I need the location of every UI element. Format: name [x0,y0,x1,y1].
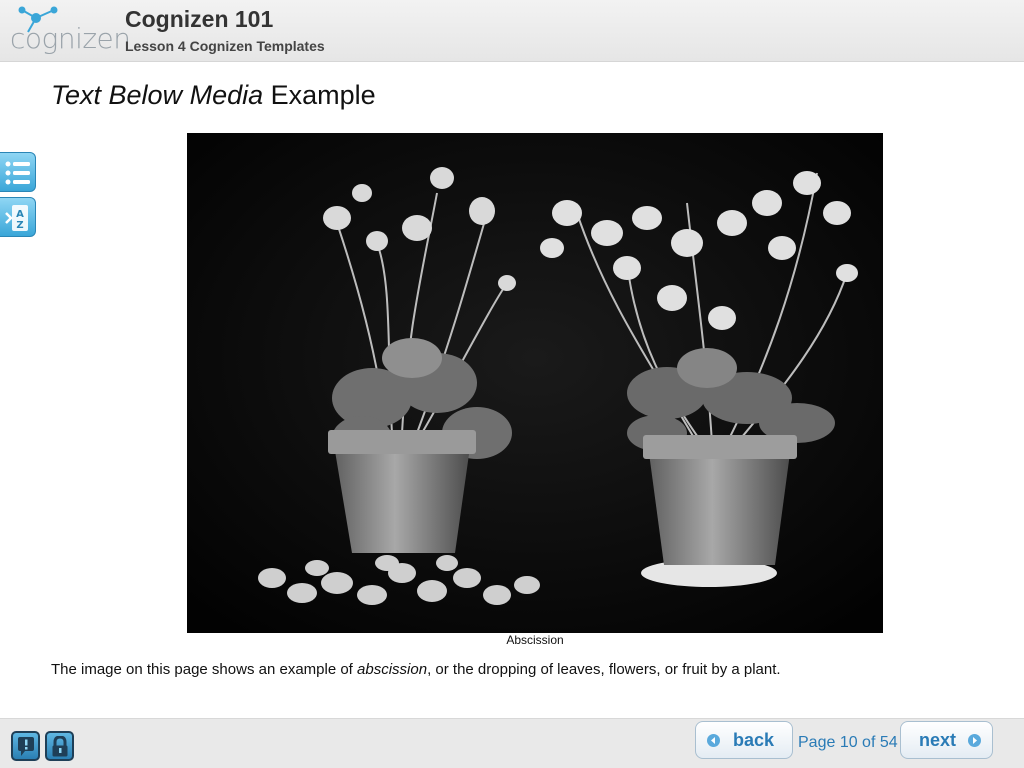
table-of-contents-button[interactable] [0,152,36,192]
help-button[interactable] [11,731,40,761]
media-caption: Abscission [506,633,564,647]
svg-text:Z: Z [16,220,23,231]
page-title-rest: Example [263,80,376,110]
list-icon [5,161,30,185]
body-text-before: The image on this page shows an example … [51,661,358,678]
page-title-italic: Text Below Media [51,80,264,110]
lock-button[interactable] [45,731,74,761]
next-button[interactable]: next [900,721,993,759]
back-button[interactable]: back [695,721,793,759]
course-title: Cognizen 101 [125,6,274,32]
body-text-after: , or the dropping of leaves, flowers, or… [427,661,781,678]
cognizen-logo: cognizen [6,4,131,58]
lesson-title: Lesson 4 Cognizen Templates [125,38,325,54]
glossary-button[interactable]: A Z [0,197,36,237]
logo-text: cognizen [10,22,131,55]
svg-text:A: A [16,209,24,220]
lock-icon [52,736,68,757]
body-text: The image on this page shows an example … [51,661,781,678]
next-label: next [919,730,957,750]
back-arrow-icon [707,734,720,747]
media-image [187,133,883,633]
header-bar: cognizen Cognizen 101 Lesson 4 Cognizen … [0,0,1024,62]
page-indicator: Page 10 of 54 [798,734,898,751]
body-text-emphasis: abscission [357,661,428,678]
next-arrow-icon [968,734,981,747]
help-icon [18,737,34,756]
back-label: back [733,730,775,750]
page-title: Text Below Media Example [51,80,376,111]
az-glossary-icon: A Z [5,205,28,231]
